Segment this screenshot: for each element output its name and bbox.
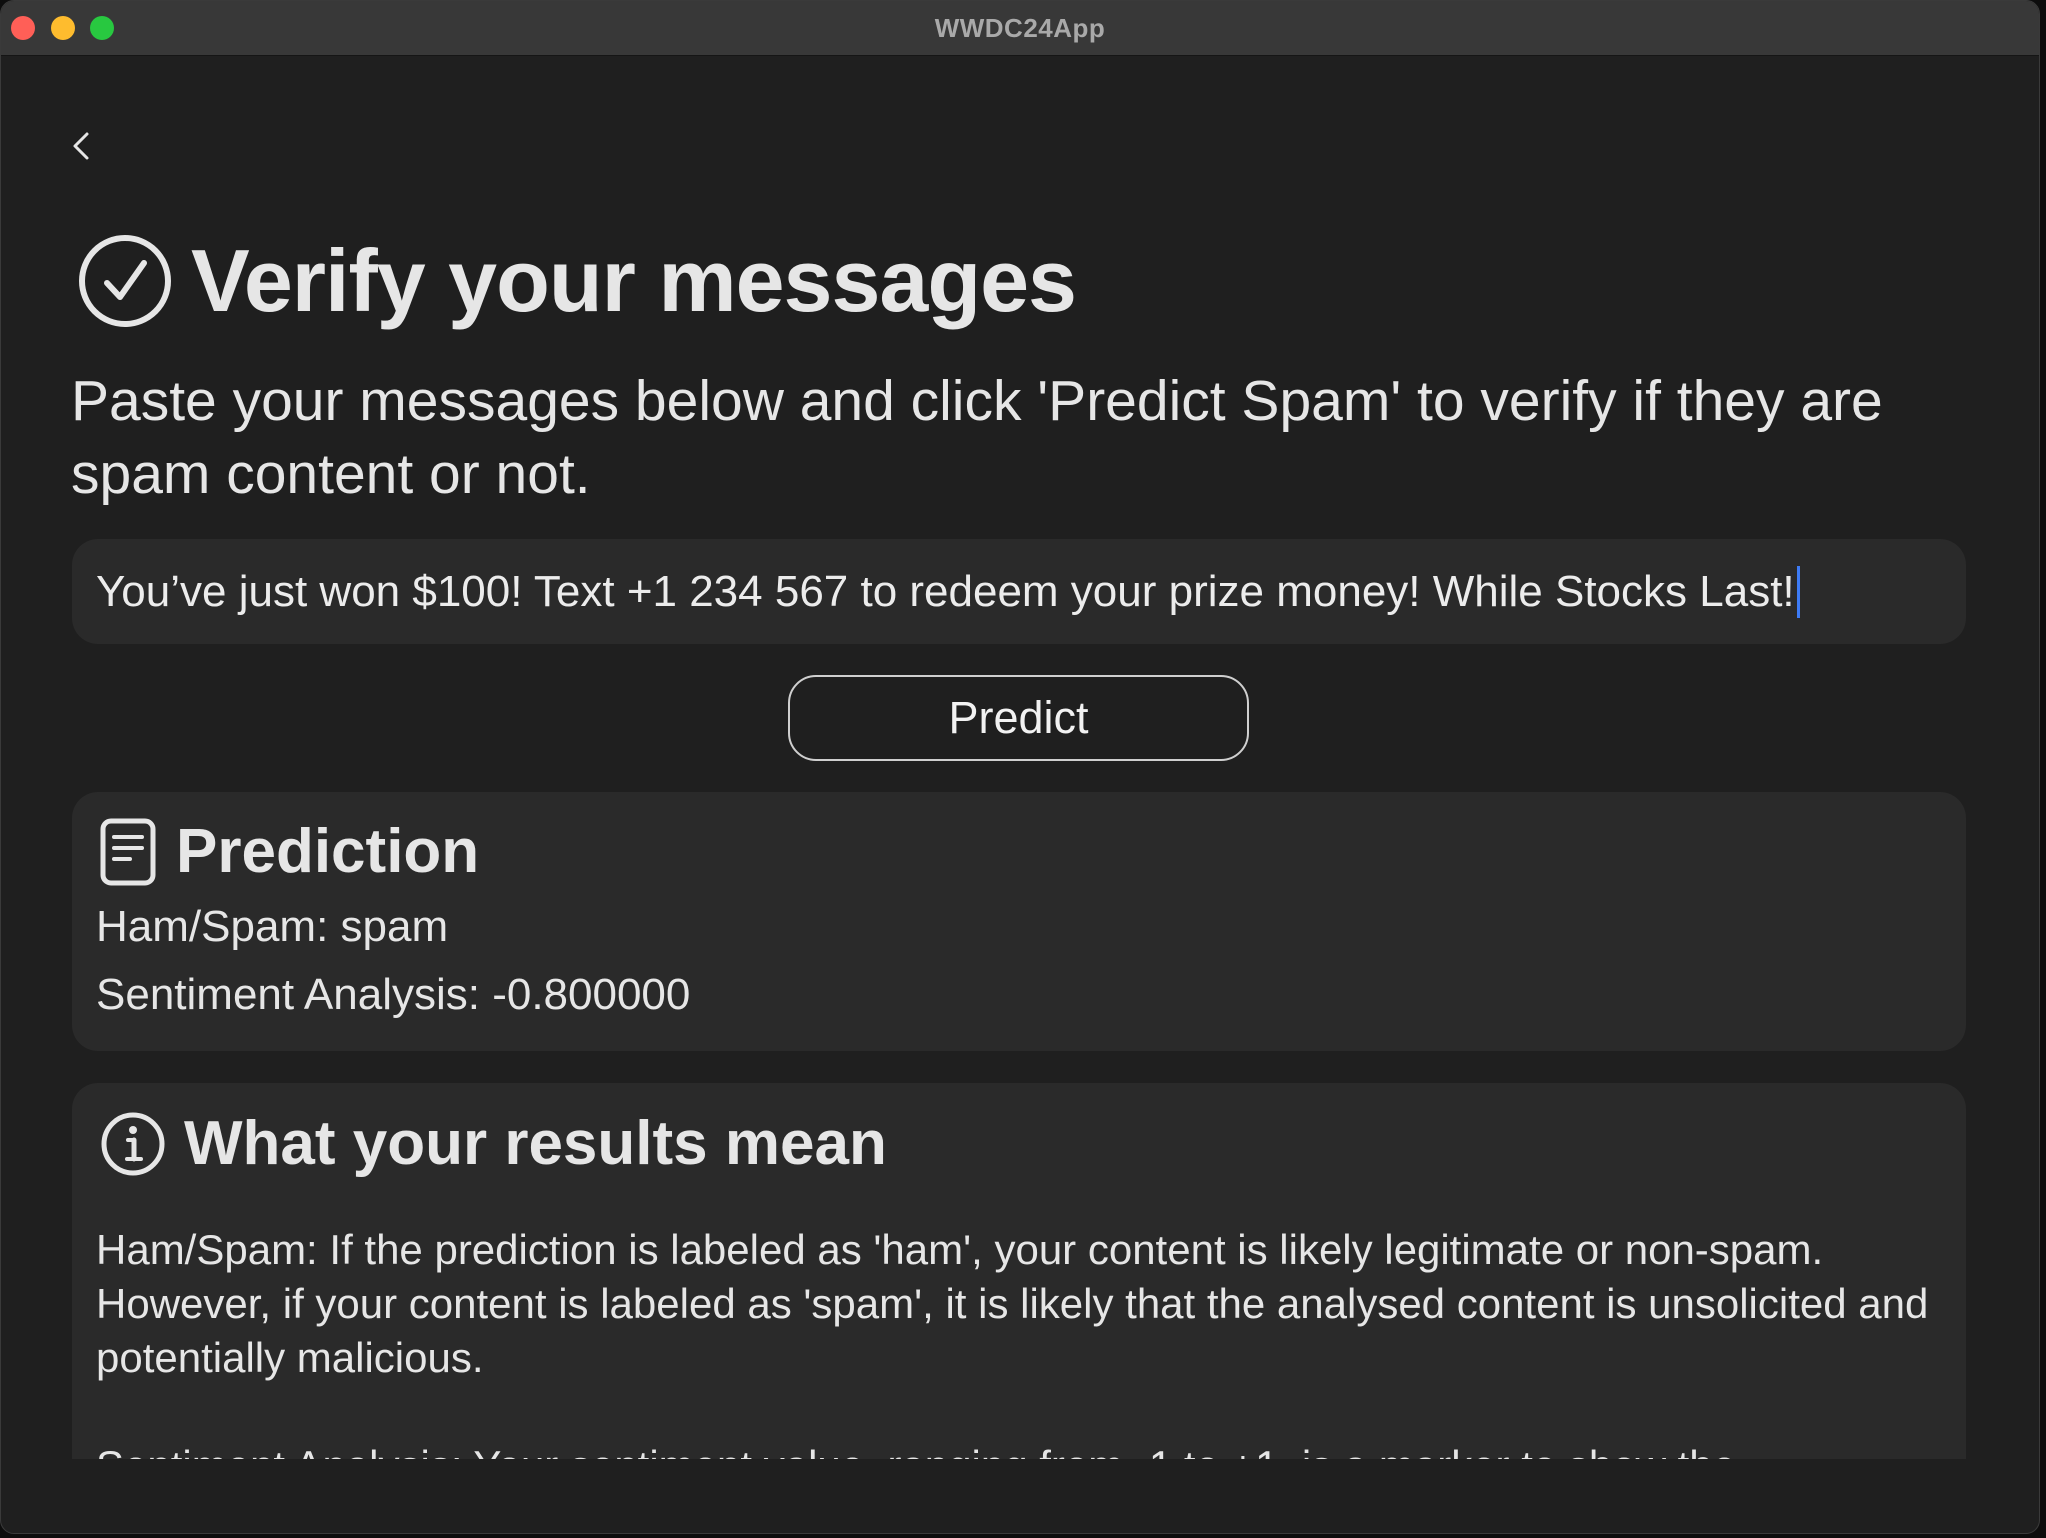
- info-circle-icon: [101, 1112, 165, 1175]
- page-subtitle: Paste your messages below and click 'Pre…: [71, 369, 1883, 506]
- meaning-title: What your results mean: [184, 1109, 887, 1178]
- ham-spam-result: Ham/Spam: spam: [96, 902, 449, 951]
- text-caret: [1796, 565, 1800, 618]
- window-title: WWDC24App: [934, 13, 1106, 43]
- sentiment-result: Sentiment Analysis: -0.800000: [96, 970, 691, 1019]
- back-button[interactable]: [65, 126, 101, 166]
- prediction-card: Prediction Ham/Spam: spam Sentiment Anal…: [72, 792, 1966, 1051]
- page-title-text: Verify your messages: [191, 231, 1077, 330]
- message-input[interactable]: You’ve just won $100! Text +1 234 567 to…: [72, 539, 1966, 644]
- checkmark-circle-icon: [79, 235, 171, 327]
- message-input-value: You’ve just won $100! Text +1 234 567 to…: [96, 566, 1795, 616]
- title-bar: WWDC24App: [1, 1, 2039, 56]
- chevron-left-icon: [73, 132, 89, 160]
- prediction-heading: Prediction: [100, 816, 479, 887]
- predict-button[interactable]: Predict: [788, 675, 1249, 761]
- app-window: WWDC24App Verify your messages Paste you…: [0, 0, 2040, 1534]
- ham-spam-explanation: Ham/Spam: If the prediction is labeled a…: [96, 1226, 1929, 1381]
- results-meaning-card: What your results mean Ham/Spam: If the …: [72, 1083, 1966, 1459]
- meaning-heading: What your results mean: [100, 1108, 887, 1179]
- sentiment-explanation: Sentiment Analysis: Your sentiment value…: [96, 1439, 1956, 1459]
- page-title: Verify your messages: [77, 226, 1077, 336]
- prediction-title: Prediction: [176, 817, 480, 886]
- document-icon: [100, 818, 156, 885]
- meaning-body: Ham/Spam: If the prediction is labeled a…: [96, 1223, 1956, 1459]
